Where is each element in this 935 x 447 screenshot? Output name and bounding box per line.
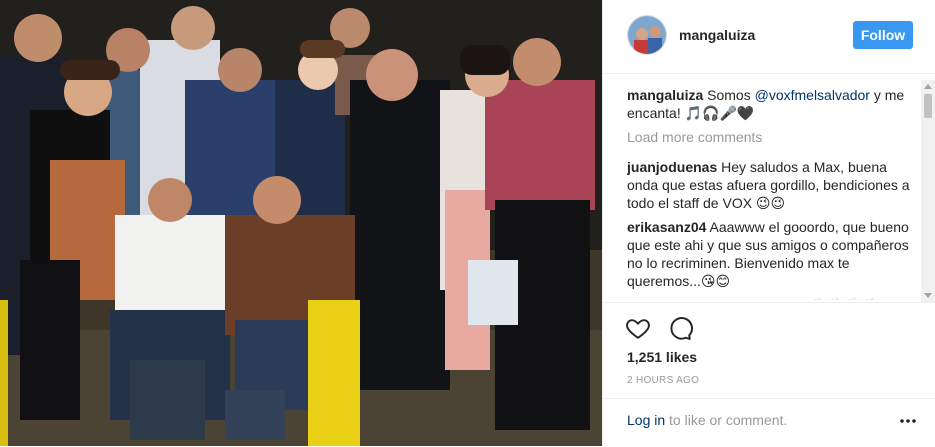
post-footer: Log in to like or comment. [603, 398, 935, 447]
caption-text-before: Somos [707, 87, 755, 103]
likes-count[interactable]: 1,251 likes [627, 349, 697, 365]
comment-item: erikasanz04 Aaawww el gooordo, que bueno… [627, 218, 917, 290]
caption: mangaluiza Somos @voxfmelsalvador y me e… [627, 86, 917, 122]
heart-icon[interactable] [625, 315, 651, 341]
instagram-post: mangaluiza Follow mangaluiza Somos @voxf… [0, 0, 935, 446]
post-actions: 1,251 likes 2 HOURS AGO [603, 302, 935, 386]
comment-text: 👏👏👏👏 [807, 297, 877, 300]
comments-scrollbar[interactable] [921, 80, 935, 302]
post-photo[interactable] [0, 0, 602, 446]
follow-button[interactable]: Follow [853, 21, 913, 49]
login-prompt: Log in to like or comment. [627, 412, 787, 428]
comment-item: teresitacarrano_carrano71 👏👏👏👏 [627, 296, 917, 300]
load-more-comments-button[interactable]: Load more comments [627, 128, 917, 146]
post-header: mangaluiza Follow [603, 0, 935, 74]
caption-mention[interactable]: @voxfmelsalvador [755, 87, 870, 103]
header-username[interactable]: mangaluiza [679, 27, 755, 43]
scroll-down-arrow-icon[interactable] [924, 293, 932, 298]
comment-item: juanjoduenas Hey saludos a Max, buena on… [627, 158, 917, 212]
login-link[interactable]: Log in [627, 412, 665, 428]
post-time[interactable]: 2 HOURS AGO [627, 375, 699, 386]
group-photo-illustration [0, 0, 602, 446]
comment-icon[interactable] [667, 315, 693, 341]
post-sidebar: mangaluiza Follow mangaluiza Somos @voxf… [602, 0, 935, 446]
comment-username[interactable]: juanjoduenas [627, 159, 717, 175]
avatar-image [628, 16, 666, 54]
caption-username[interactable]: mangaluiza [627, 87, 703, 103]
login-suffix: to like or comment. [665, 412, 788, 428]
comment-username[interactable]: teresitacarrano_carrano71 [627, 297, 803, 300]
scroll-thumb[interactable] [924, 94, 932, 118]
comments-list: mangaluiza Somos @voxfmelsalvador y me e… [627, 86, 917, 300]
scroll-up-arrow-icon[interactable] [924, 84, 932, 89]
comment-username[interactable]: erikasanz04 [627, 219, 706, 235]
more-options-icon[interactable] [899, 411, 917, 431]
avatar[interactable] [627, 15, 667, 55]
